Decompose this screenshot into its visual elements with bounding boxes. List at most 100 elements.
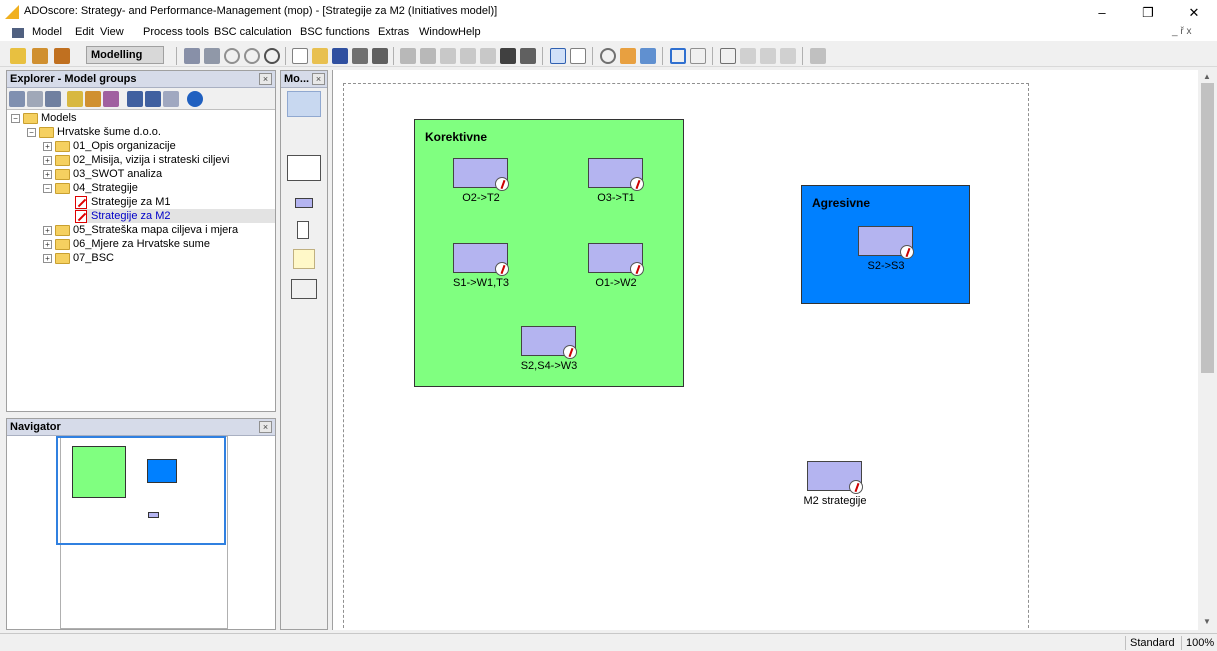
expand-icon[interactable]: + (43, 239, 52, 249)
separator (393, 47, 394, 65)
collapse-icon[interactable]: − (11, 113, 20, 123)
edit-icon[interactable] (10, 48, 26, 64)
expand-icon[interactable]: + (43, 169, 52, 179)
expand-icon[interactable] (127, 91, 143, 107)
expand-icon[interactable]: + (43, 225, 52, 235)
scroll-up-icon[interactable]: ▲ (1203, 72, 1211, 81)
list-icon[interactable] (27, 91, 43, 107)
tree-item-models[interactable]: − Models (11, 111, 76, 125)
cut-icon[interactable] (440, 48, 456, 64)
help-icon[interactable] (187, 91, 203, 107)
print-preview-icon[interactable] (372, 48, 388, 64)
table-view-icon[interactable] (570, 48, 586, 64)
document-tool[interactable] (297, 221, 309, 239)
explorer-header: Explorer - Model groups (7, 71, 275, 88)
menu-bar: Model Edit View Process tools BSC calcul… (0, 25, 1217, 41)
close-button[interactable]: ✕ (1171, 0, 1217, 25)
model-canvas[interactable]: Korektivne Agresivne O2->T2 O3->T1 S1->W… (332, 70, 1198, 630)
expand-icon[interactable]: + (43, 253, 52, 263)
swimlane-tool[interactable] (287, 155, 321, 181)
tree-item-05[interactable]: +05_Strateška mapa ciljeva i mjera (43, 223, 238, 237)
list-icon[interactable] (204, 48, 220, 64)
expand-icon[interactable]: + (43, 141, 52, 151)
snap-grid-icon[interactable] (670, 48, 686, 64)
menu-bsc-functions[interactable]: BSC functions (300, 26, 370, 38)
window-title: ADOscore: Strategy- and Performance-Mana… (24, 5, 498, 17)
tree-item-01[interactable]: +01_Opis organizacije (43, 139, 176, 153)
database-icon[interactable] (9, 91, 25, 107)
cycle-icon[interactable] (244, 48, 260, 64)
collapse-icon[interactable]: − (27, 127, 36, 137)
model-icon[interactable] (85, 91, 101, 107)
users-icon[interactable] (32, 48, 48, 64)
initiative-label: S1->W1,T3 (453, 277, 509, 289)
attributes-icon[interactable] (103, 91, 119, 107)
graphic-view-icon[interactable] (550, 48, 566, 64)
folder-icon (55, 238, 70, 250)
modelling-close-icon[interactable]: × (312, 73, 325, 85)
menu-bsc-calculation[interactable]: BSC calculation (214, 26, 292, 38)
grid-icon[interactable] (690, 48, 706, 64)
badge-icon (495, 177, 509, 191)
zoom-in-icon[interactable] (620, 48, 636, 64)
paste-icon[interactable] (480, 48, 496, 64)
collapse-icon[interactable]: − (43, 183, 52, 193)
find-icon[interactable] (500, 48, 516, 64)
edit-icon[interactable] (67, 91, 83, 107)
filter-icon[interactable] (163, 91, 179, 107)
navigator-close-icon[interactable]: × (259, 421, 272, 433)
explorer-close-icon[interactable]: × (259, 73, 272, 85)
scroll-thumb[interactable] (1201, 83, 1214, 373)
database-icon[interactable] (184, 48, 200, 64)
graph-icon[interactable] (520, 48, 536, 64)
menu-help[interactable]: Help (458, 26, 481, 38)
tree-item-02[interactable]: +02_Misija, vizija i strateski ciljevi (43, 153, 230, 167)
expand-icon[interactable]: + (43, 155, 52, 165)
open-folder-icon[interactable] (312, 48, 328, 64)
child-window-controls[interactable]: _ ř x (1172, 26, 1191, 37)
group-tool[interactable] (291, 279, 317, 299)
new-file-icon[interactable] (292, 48, 308, 64)
export-icon[interactable] (54, 48, 70, 64)
tree-item-strategije-m2[interactable]: Strategije za M2 (75, 209, 275, 223)
redo-icon[interactable] (420, 48, 436, 64)
menu-process-tools[interactable]: Process tools (143, 26, 209, 38)
hourglass-icon[interactable] (810, 48, 826, 64)
tree-item-04[interactable]: −04_Strategije (43, 181, 138, 195)
connector-tool[interactable] (287, 121, 321, 147)
scroll-down-icon[interactable]: ▼ (1203, 617, 1211, 626)
tree-item-strategije-m1[interactable]: Strategije za M1 (75, 195, 170, 209)
center-icon[interactable] (780, 48, 796, 64)
tree-item-07[interactable]: +07_BSC (43, 251, 114, 265)
save-icon[interactable] (332, 48, 348, 64)
clock-icon[interactable] (264, 48, 280, 64)
zoom-icon[interactable] (600, 48, 616, 64)
zoom-out-icon[interactable] (640, 48, 656, 64)
hierarchy-icon[interactable] (45, 91, 61, 107)
initiative-tool[interactable] (295, 198, 313, 208)
tree-item-hrvatske-sume[interactable]: − Hrvatske šume d.o.o. (27, 125, 161, 139)
menu-edit[interactable]: Edit (75, 26, 94, 38)
tree-item-06[interactable]: +06_Mjere za Hrvatske sume (43, 237, 210, 251)
minimize-button[interactable]: – (1079, 0, 1125, 25)
menu-window[interactable]: Window (419, 26, 458, 38)
refresh-icon[interactable] (224, 48, 240, 64)
model-icon (75, 195, 87, 209)
restore-button[interactable]: ❐ (1125, 0, 1171, 25)
copy-icon[interactable] (460, 48, 476, 64)
note-tool[interactable] (293, 249, 315, 269)
distribute-v-icon[interactable] (760, 48, 776, 64)
print-icon[interactable] (352, 48, 368, 64)
align-icon[interactable] (720, 48, 736, 64)
badge-icon (849, 480, 863, 494)
distribute-h-icon[interactable] (740, 48, 756, 64)
menu-model[interactable]: Model (32, 26, 62, 38)
collapse-icon[interactable] (145, 91, 161, 107)
undo-icon[interactable] (400, 48, 416, 64)
menu-extras[interactable]: Extras (378, 26, 409, 38)
vertical-scrollbar[interactable]: ▲ ▼ (1199, 70, 1216, 630)
menu-view[interactable]: View (100, 26, 124, 38)
mode-selector[interactable]: Modelling (86, 46, 164, 64)
tree-item-03[interactable]: +03_SWOT analiza (43, 167, 162, 181)
pointer-tool[interactable] (287, 91, 321, 117)
